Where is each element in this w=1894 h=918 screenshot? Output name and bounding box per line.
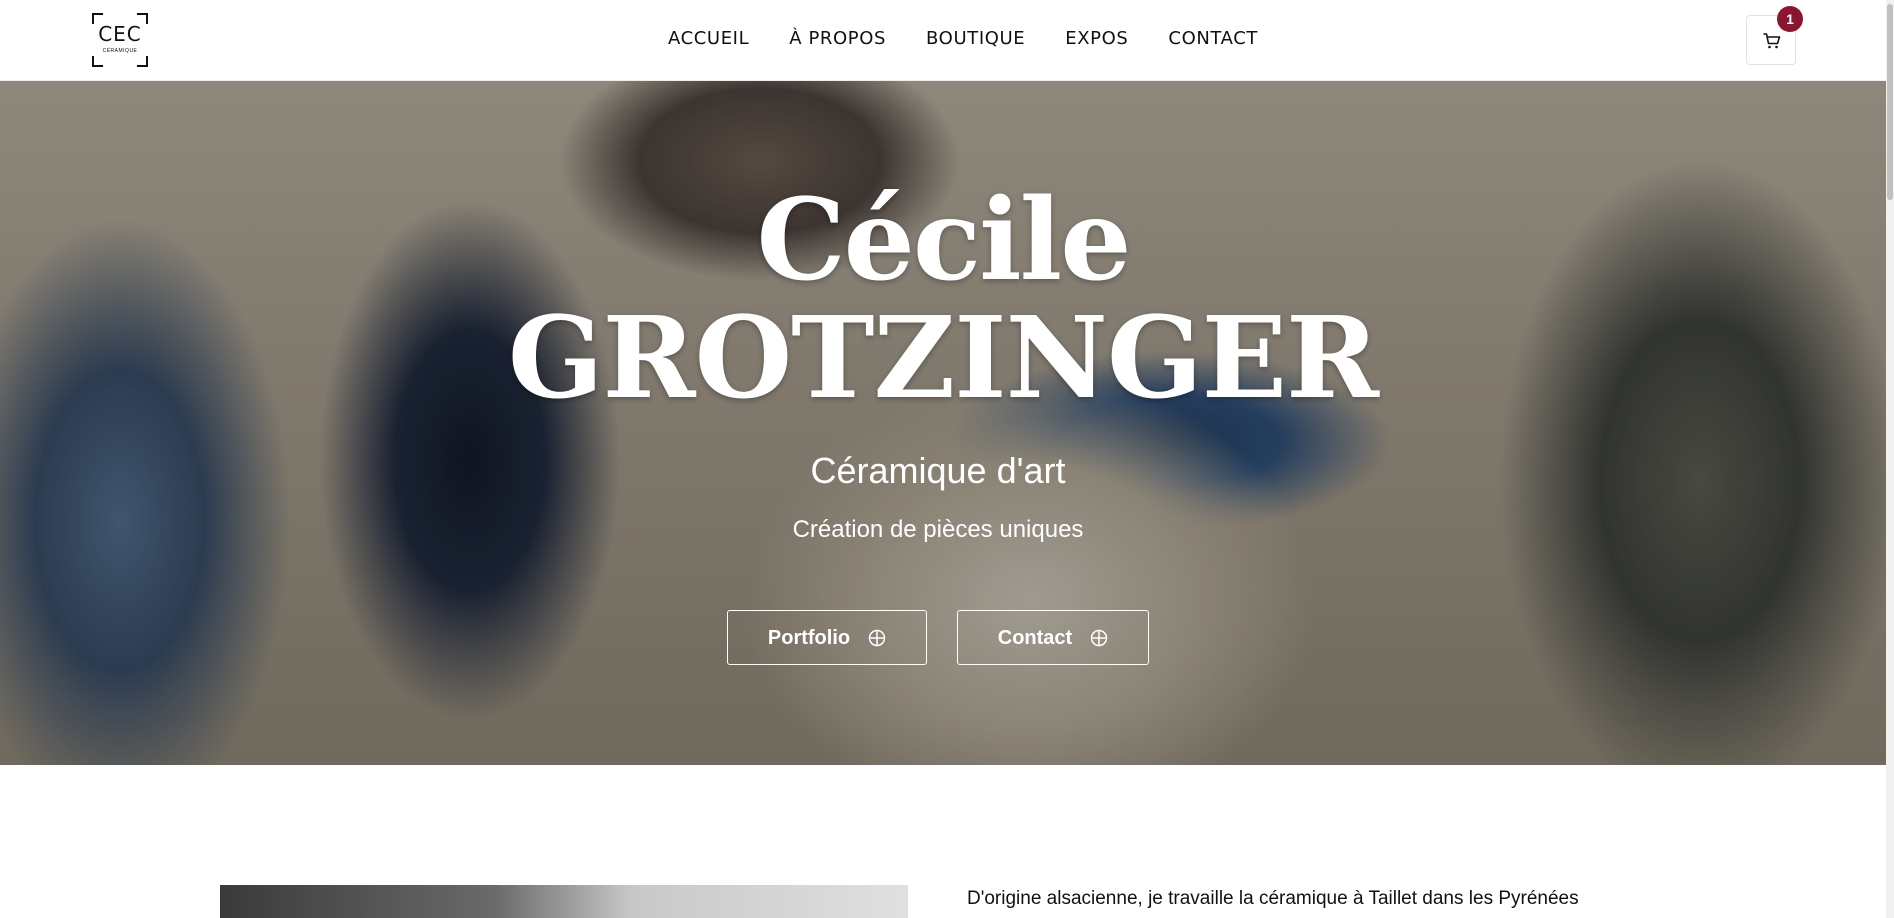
nav-item-a-propos[interactable]: À PROPOS	[789, 28, 886, 50]
hero-banner: Cécile GROTZINGER Céramique d'art Créati…	[0, 81, 1886, 765]
portfolio-button[interactable]: Portfolio	[727, 610, 927, 665]
logo[interactable]: CEC CÉRAMIQUE	[92, 13, 148, 67]
contact-button[interactable]: Contact	[957, 610, 1149, 665]
logo-mark: CEC	[98, 22, 142, 46]
contact-button-label: Contact	[997, 626, 1073, 649]
hero-first-name: Cécile	[756, 175, 1132, 306]
cart-icon	[1763, 33, 1781, 49]
portfolio-button-label: Portfolio	[767, 626, 851, 649]
hero-tagline: Création de pièces uniques	[792, 516, 1084, 543]
site-header: CEC CÉRAMIQUE ACCUEIL À PROPOS BOUTIQUE …	[0, 0, 1886, 81]
plus-circle-icon	[868, 629, 886, 646]
main-nav: ACCUEIL À PROPOS BOUTIQUE EXPOS CONTACT	[668, 28, 1258, 50]
scrollbar-thumb[interactable]	[1887, 4, 1893, 200]
nav-item-contact[interactable]: CONTACT	[1168, 28, 1258, 50]
logo-corner	[137, 56, 148, 67]
plus-circle-icon	[1090, 629, 1108, 646]
nav-item-boutique[interactable]: BOUTIQUE	[926, 28, 1025, 50]
cart-count-badge: 1	[1777, 6, 1803, 32]
hero-subtitle: Céramique d'art	[810, 450, 1066, 491]
nav-item-accueil[interactable]: ACCUEIL	[668, 28, 749, 50]
hero-last-name: GROTZINGER	[507, 293, 1379, 424]
page: CEC CÉRAMIQUE ACCUEIL À PROPOS BOUTIQUE …	[0, 0, 1886, 918]
nav-item-expos[interactable]: EXPOS	[1065, 28, 1128, 50]
logo-subtitle: CÉRAMIQUE	[102, 48, 138, 54]
logo-corner	[92, 56, 103, 67]
artist-photo	[220, 885, 908, 918]
about-intro-text: D'origine alsacienne, je travaille la cé…	[967, 888, 1579, 909]
